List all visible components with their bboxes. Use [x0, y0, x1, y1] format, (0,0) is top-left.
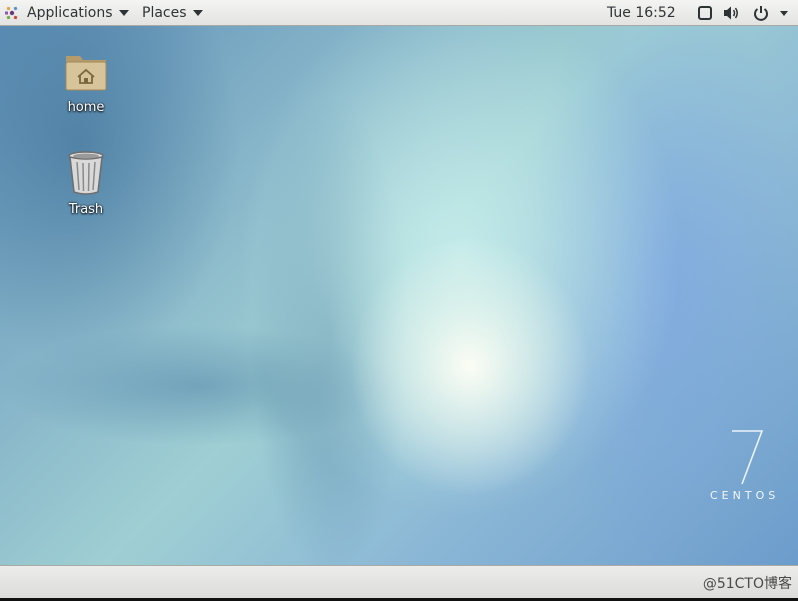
clock[interactable]: Tue 16:52 [607, 0, 676, 26]
centos-version-logo [732, 430, 764, 485]
applications-icon [5, 6, 18, 20]
applications-dropdown-icon [118, 10, 129, 16]
home-folder-icon [65, 56, 107, 91]
desktop-icon-trash-label: Trash [68, 202, 104, 217]
desktop[interactable]: home Trash CENTOS [0, 26, 798, 565]
places-dropdown-icon [192, 10, 203, 16]
system-menu-chevron-down-icon[interactable] [778, 4, 790, 22]
applications-label: Applications [27, 5, 113, 21]
screen-icon[interactable] [697, 4, 713, 22]
bottom-panel: @51CTO博客 [0, 565, 798, 598]
volume-icon[interactable] [723, 4, 741, 22]
desktop-icon-home[interactable]: home [46, 50, 126, 115]
places-menu[interactable]: Places [142, 0, 203, 26]
desktop-icon-home-label: home [67, 100, 105, 115]
top-panel: Applications Places Tue 16:52 [0, 0, 798, 26]
watermark: @51CTO博客 [702, 576, 792, 592]
trash-icon [68, 151, 104, 195]
applications-menu[interactable]: Applications [4, 0, 129, 26]
power-icon[interactable] [752, 4, 770, 22]
centos-wordmark: CENTOS [710, 489, 780, 502]
places-label: Places [142, 5, 187, 21]
desktop-icon-trash[interactable]: Trash [46, 150, 126, 217]
